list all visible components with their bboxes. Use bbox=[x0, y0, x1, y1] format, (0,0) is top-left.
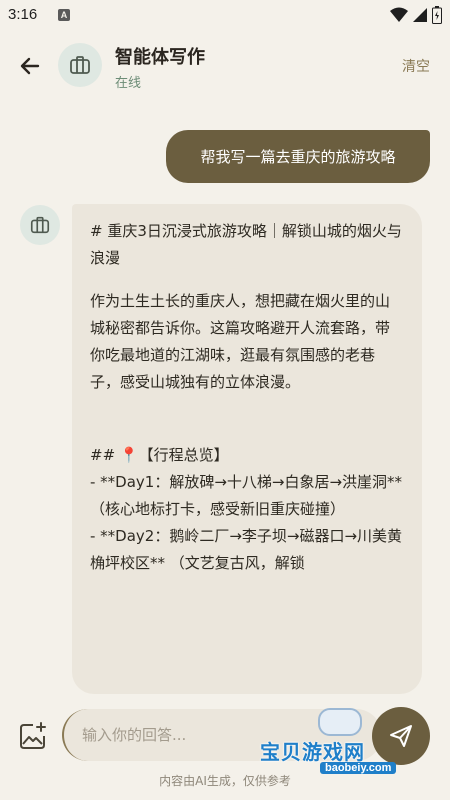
watermark-url: baobeiy.com bbox=[320, 762, 397, 774]
send-icon bbox=[390, 725, 412, 747]
user-message-bubble: 帮我写一篇去重庆的旅游攻略 bbox=[166, 130, 430, 183]
watermark-logo: 宝贝游戏网 bbox=[260, 740, 365, 764]
briefcase-icon bbox=[30, 216, 50, 234]
bot-message-day1: - **Day1：解放碑→十八梯→白象居→洪崖洞** （核心地标打卡，感受新旧重… bbox=[90, 473, 403, 518]
status-bar: 3:16 A bbox=[0, 0, 450, 32]
ai-disclaimer: 内容由AI生成，仅供参考 bbox=[159, 774, 291, 788]
bot-message-section: ## 📍【行程总览】 bbox=[90, 446, 229, 464]
app-header: 智能体写作 在线 清空 bbox=[0, 32, 450, 100]
status-time: 3:16 bbox=[8, 6, 38, 23]
bot-message-title: # 重庆3日沉浸式旅游攻略｜解锁山城的烟火与浪漫 bbox=[90, 222, 402, 267]
agent-avatar bbox=[58, 43, 102, 87]
image-add-icon bbox=[20, 722, 46, 749]
status-icons bbox=[390, 6, 442, 24]
image-add-button[interactable] bbox=[17, 720, 49, 752]
notification-a-icon: A bbox=[58, 9, 70, 21]
wifi-icon bbox=[390, 7, 408, 22]
online-status: 在线 bbox=[115, 76, 142, 91]
arrow-left-icon bbox=[20, 57, 40, 75]
page-title: 智能体写作 bbox=[115, 47, 205, 68]
battery-icon bbox=[432, 6, 442, 24]
back-button[interactable] bbox=[14, 50, 46, 82]
bot-message-intro: 作为土生土长的重庆人，想把藏在烟火里的山城秘密都告诉你。这篇攻略避开人流套路，带… bbox=[90, 292, 391, 391]
send-button[interactable] bbox=[372, 707, 430, 765]
watermark-gamepad-icon bbox=[318, 708, 362, 736]
signal-icon bbox=[413, 8, 427, 22]
bot-message-bubble: # 重庆3日沉浸式旅游攻略｜解锁山城的烟火与浪漫 作为土生土长的重庆人，想把藏在… bbox=[72, 204, 422, 694]
bot-avatar bbox=[20, 205, 60, 245]
bot-message-day2: - **Day2：鹅岭二厂→李子坝→磁器口→川美黄桷坪校区** （文艺复古风，解… bbox=[90, 527, 403, 572]
briefcase-icon bbox=[70, 56, 90, 74]
clear-button[interactable]: 清空 bbox=[402, 56, 430, 76]
